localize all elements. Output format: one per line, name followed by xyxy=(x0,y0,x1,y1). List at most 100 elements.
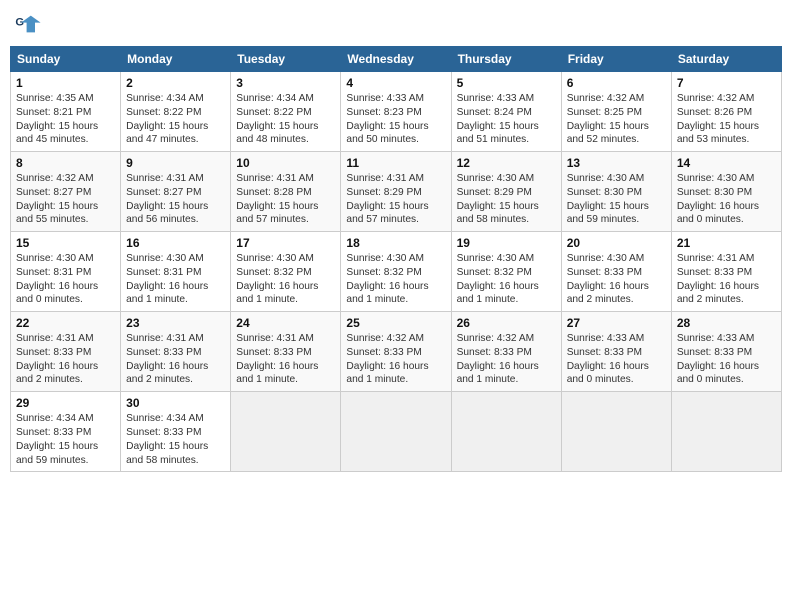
day-number: 15 xyxy=(16,236,115,250)
day-number: 19 xyxy=(457,236,556,250)
calendar-cell: 2Sunrise: 4:34 AMSunset: 8:22 PMDaylight… xyxy=(121,72,231,152)
day-info: Sunrise: 4:34 AMSunset: 8:33 PMDaylight:… xyxy=(16,412,115,467)
calendar-cell xyxy=(671,392,781,472)
weekday-header-row: SundayMondayTuesdayWednesdayThursdayFrid… xyxy=(11,47,782,72)
day-info: Sunrise: 4:31 AMSunset: 8:28 PMDaylight:… xyxy=(236,172,335,227)
day-info: Sunrise: 4:31 AMSunset: 8:27 PMDaylight:… xyxy=(126,172,225,227)
day-number: 17 xyxy=(236,236,335,250)
day-number: 6 xyxy=(567,76,666,90)
day-info: Sunrise: 4:31 AMSunset: 8:33 PMDaylight:… xyxy=(16,332,115,387)
day-info: Sunrise: 4:32 AMSunset: 8:27 PMDaylight:… xyxy=(16,172,115,227)
weekday-friday: Friday xyxy=(561,47,671,72)
day-number: 9 xyxy=(126,156,225,170)
calendar-cell: 6 Sunrise: 4:32 AMSunset: 8:25 PMDaylight… xyxy=(561,72,671,152)
day-info: Sunrise: 4:30 AMSunset: 8:32 PMDaylight:… xyxy=(457,252,556,307)
day-info: Sunrise: 4:33 AMSunset: 8:33 PMDaylight:… xyxy=(677,332,776,387)
day-info: Sunrise: 4:34 AMSunset: 8:33 PMDaylight:… xyxy=(126,412,225,467)
calendar-body: 1 Sunrise: 4:35 AMSunset: 8:21 PMDaylight… xyxy=(11,72,782,472)
day-number: 7 xyxy=(677,76,776,90)
calendar-week-5: 29 Sunrise: 4:34 AMSunset: 8:33 PMDayligh… xyxy=(11,392,782,472)
calendar-cell: 9 Sunrise: 4:31 AMSunset: 8:27 PMDaylight… xyxy=(121,152,231,232)
day-number: 29 xyxy=(16,396,115,410)
calendar-cell: 10 Sunrise: 4:31 AMSunset: 8:28 PMDayligh… xyxy=(231,152,341,232)
day-number: 12 xyxy=(457,156,556,170)
calendar-cell: 4 Sunrise: 4:33 AMSunset: 8:23 PMDaylight… xyxy=(341,72,451,152)
calendar-cell: 12Sunrise: 4:30 AMSunset: 8:29 PMDayligh… xyxy=(451,152,561,232)
day-info: Sunrise: 4:30 AMSunset: 8:32 PMDaylight:… xyxy=(346,252,445,307)
day-number: 5 xyxy=(457,76,556,90)
day-info: Sunrise: 4:32 AMSunset: 8:25 PMDaylight:… xyxy=(567,92,666,147)
calendar-cell xyxy=(231,392,341,472)
day-number: 26 xyxy=(457,316,556,330)
weekday-wednesday: Wednesday xyxy=(341,47,451,72)
day-info: Sunrise: 4:34 AMSunset: 8:22 PMDaylight:… xyxy=(236,92,335,147)
day-number: 3 xyxy=(236,76,335,90)
day-info: Sunrise: 4:30 AMSunset: 8:32 PMDaylight:… xyxy=(236,252,335,307)
logo-icon: G xyxy=(14,10,42,38)
day-number: 23 xyxy=(126,316,225,330)
calendar-week-2: 8 Sunrise: 4:32 AMSunset: 8:27 PMDaylight… xyxy=(11,152,782,232)
day-number: 18 xyxy=(346,236,445,250)
calendar-cell: 26 Sunrise: 4:32 AMSunset: 8:33 PMDayligh… xyxy=(451,312,561,392)
calendar-cell: 17 Sunrise: 4:30 AMSunset: 8:32 PMDayligh… xyxy=(231,232,341,312)
day-number: 22 xyxy=(16,316,115,330)
calendar-cell: 14 Sunrise: 4:30 AMSunset: 8:30 PMDayligh… xyxy=(671,152,781,232)
day-number: 11 xyxy=(346,156,445,170)
weekday-monday: Monday xyxy=(121,47,231,72)
calendar-cell xyxy=(451,392,561,472)
calendar-week-3: 15Sunrise: 4:30 AMSunset: 8:31 PMDayligh… xyxy=(11,232,782,312)
weekday-tuesday: Tuesday xyxy=(231,47,341,72)
calendar-cell: 30 Sunrise: 4:34 AMSunset: 8:33 PMDayligh… xyxy=(121,392,231,472)
calendar-cell: 27 Sunrise: 4:33 AMSunset: 8:33 PMDayligh… xyxy=(561,312,671,392)
calendar-cell: 19 Sunrise: 4:30 AMSunset: 8:32 PMDayligh… xyxy=(451,232,561,312)
day-number: 13 xyxy=(567,156,666,170)
day-number: 10 xyxy=(236,156,335,170)
day-info: Sunrise: 4:31 AMSunset: 8:33 PMDaylight:… xyxy=(126,332,225,387)
day-number: 24 xyxy=(236,316,335,330)
calendar-cell: 21Sunrise: 4:31 AMSunset: 8:33 PMDayligh… xyxy=(671,232,781,312)
day-info: Sunrise: 4:35 AMSunset: 8:21 PMDaylight:… xyxy=(16,92,115,147)
logo: G xyxy=(14,10,44,38)
day-number: 4 xyxy=(346,76,445,90)
calendar-cell: 29 Sunrise: 4:34 AMSunset: 8:33 PMDayligh… xyxy=(11,392,121,472)
calendar-cell: 1 Sunrise: 4:35 AMSunset: 8:21 PMDaylight… xyxy=(11,72,121,152)
day-info: Sunrise: 4:32 AMSunset: 8:33 PMDaylight:… xyxy=(457,332,556,387)
day-info: Sunrise: 4:30 AMSunset: 8:30 PMDaylight:… xyxy=(567,172,666,227)
calendar-cell: 16Sunrise: 4:30 AMSunset: 8:31 PMDayligh… xyxy=(121,232,231,312)
day-number: 16 xyxy=(126,236,225,250)
day-number: 8 xyxy=(16,156,115,170)
day-info: Sunrise: 4:31 AMSunset: 8:29 PMDaylight:… xyxy=(346,172,445,227)
day-info: Sunrise: 4:33 AMSunset: 8:33 PMDaylight:… xyxy=(567,332,666,387)
calendar-cell: 28Sunrise: 4:33 AMSunset: 8:33 PMDayligh… xyxy=(671,312,781,392)
weekday-saturday: Saturday xyxy=(671,47,781,72)
day-info: Sunrise: 4:31 AMSunset: 8:33 PMDaylight:… xyxy=(677,252,776,307)
day-number: 30 xyxy=(126,396,225,410)
calendar-cell: 8 Sunrise: 4:32 AMSunset: 8:27 PMDaylight… xyxy=(11,152,121,232)
day-number: 2 xyxy=(126,76,225,90)
calendar-cell: 15Sunrise: 4:30 AMSunset: 8:31 PMDayligh… xyxy=(11,232,121,312)
day-number: 1 xyxy=(16,76,115,90)
day-info: Sunrise: 4:30 AMSunset: 8:30 PMDaylight:… xyxy=(677,172,776,227)
calendar-cell: 7 Sunrise: 4:32 AMSunset: 8:26 PMDaylight… xyxy=(671,72,781,152)
day-info: Sunrise: 4:30 AMSunset: 8:33 PMDaylight:… xyxy=(567,252,666,307)
calendar-cell: 25Sunrise: 4:32 AMSunset: 8:33 PMDayligh… xyxy=(341,312,451,392)
day-info: Sunrise: 4:32 AMSunset: 8:33 PMDaylight:… xyxy=(346,332,445,387)
weekday-thursday: Thursday xyxy=(451,47,561,72)
day-info: Sunrise: 4:32 AMSunset: 8:26 PMDaylight:… xyxy=(677,92,776,147)
day-number: 14 xyxy=(677,156,776,170)
calendar-week-1: 1 Sunrise: 4:35 AMSunset: 8:21 PMDaylight… xyxy=(11,72,782,152)
calendar-cell: 13 Sunrise: 4:30 AMSunset: 8:30 PMDayligh… xyxy=(561,152,671,232)
day-info: Sunrise: 4:33 AMSunset: 8:23 PMDaylight:… xyxy=(346,92,445,147)
calendar-table: SundayMondayTuesdayWednesdayThursdayFrid… xyxy=(10,46,782,472)
calendar-cell: 18 Sunrise: 4:30 AMSunset: 8:32 PMDayligh… xyxy=(341,232,451,312)
day-number: 27 xyxy=(567,316,666,330)
calendar-week-4: 22 Sunrise: 4:31 AMSunset: 8:33 PMDayligh… xyxy=(11,312,782,392)
calendar-cell: 24 Sunrise: 4:31 AMSunset: 8:33 PMDayligh… xyxy=(231,312,341,392)
calendar-cell: 22 Sunrise: 4:31 AMSunset: 8:33 PMDayligh… xyxy=(11,312,121,392)
day-info: Sunrise: 4:33 AMSunset: 8:24 PMDaylight:… xyxy=(457,92,556,147)
day-number: 20 xyxy=(567,236,666,250)
calendar-cell: 3 Sunrise: 4:34 AMSunset: 8:22 PMDaylight… xyxy=(231,72,341,152)
day-info: Sunrise: 4:31 AMSunset: 8:33 PMDaylight:… xyxy=(236,332,335,387)
weekday-sunday: Sunday xyxy=(11,47,121,72)
calendar-cell: 5 Sunrise: 4:33 AMSunset: 8:24 PMDaylight… xyxy=(451,72,561,152)
